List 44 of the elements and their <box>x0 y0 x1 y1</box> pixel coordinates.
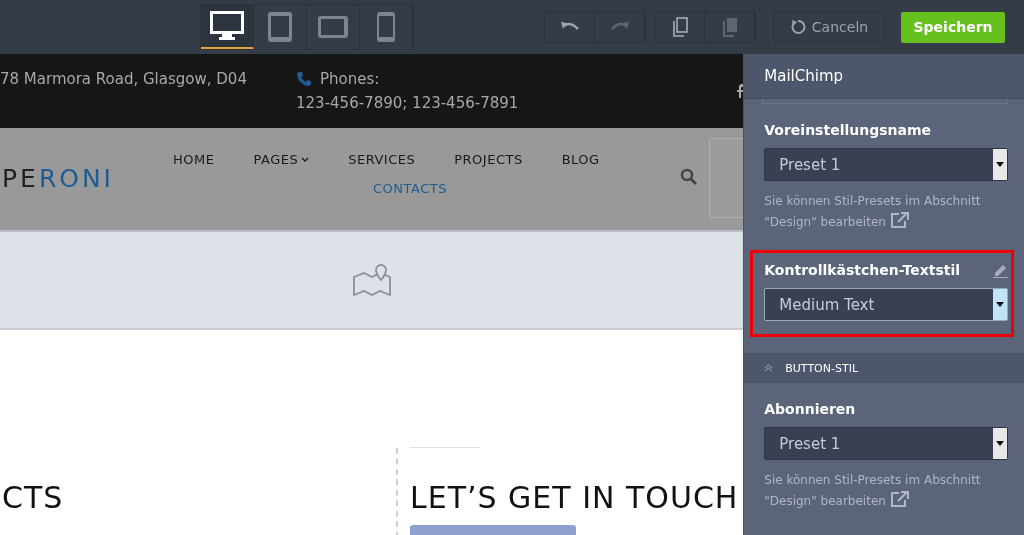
external-link-icon[interactable] <box>889 211 910 229</box>
phone-icon <box>376 11 396 43</box>
section-heading: LET’S GET IN TOUCH <box>410 480 739 515</box>
tablet-icon <box>267 11 293 43</box>
address-text: 78 Marmora Road, Glasgow, D04 <box>0 70 247 88</box>
nav-link[interactable]: SERVICES <box>335 152 416 167</box>
tablet-landscape-icon <box>317 15 349 39</box>
hint-text: Sie können Stil-Presets im Abschnitt "Design" bearbeiten <box>764 193 982 231</box>
chevron-up-icon <box>764 364 774 372</box>
monitor-icon <box>210 11 244 41</box>
field-label: Kontrollkästchen-Textstil <box>764 262 961 278</box>
copy-icon <box>671 17 688 37</box>
map-pin-icon <box>351 263 392 297</box>
nav-link[interactable]: HOME <box>160 152 215 167</box>
section-heading: CTS <box>2 480 64 515</box>
select-field[interactable]: Medium Text <box>764 288 1008 321</box>
nav-link[interactable]: BLOG <box>548 152 600 167</box>
search-icon[interactable] <box>680 168 698 186</box>
site-logo[interactable]: PE RONI <box>2 164 114 193</box>
dropdown-arrow-icon <box>996 441 1004 446</box>
field-label: Abonnieren <box>764 401 856 417</box>
undo-button[interactable] <box>545 12 595 42</box>
nav-link[interactable]: PROJECTS <box>441 152 523 167</box>
select-field[interactable]: Preset 1 <box>764 427 1008 460</box>
chevron-down-icon <box>301 157 310 162</box>
field-label: Voreinstellungsname <box>764 122 932 138</box>
dropdown-arrow-icon <box>996 162 1004 167</box>
select-field[interactable]: Preset 1 <box>764 148 1008 181</box>
cancel-button[interactable]: Canceln <box>773 12 885 42</box>
section-header[interactable]: BUTTON-STIL <box>744 353 1024 383</box>
device-button[interactable] <box>201 5 254 49</box>
phones-label: Phones: <box>320 70 380 88</box>
facebook-icon[interactable] <box>737 84 744 98</box>
phones-text: 123-456-7890; 123-456-7891 <box>296 94 519 112</box>
dropdown-arrow-icon <box>996 302 1004 307</box>
copy-icon <box>721 17 738 37</box>
panel-title: MailChimp <box>744 54 1024 99</box>
external-link-icon[interactable] <box>889 490 910 508</box>
phone-icon <box>296 71 312 87</box>
copy-button[interactable] <box>655 12 705 42</box>
reset-icon <box>789 19 806 35</box>
nav-link[interactable]: PAGES <box>240 152 310 167</box>
pencil-icon[interactable] <box>992 262 1008 278</box>
hint-text: Sie können Stil-Presets im Abschnitt "Design" bearbeiten <box>764 472 982 510</box>
